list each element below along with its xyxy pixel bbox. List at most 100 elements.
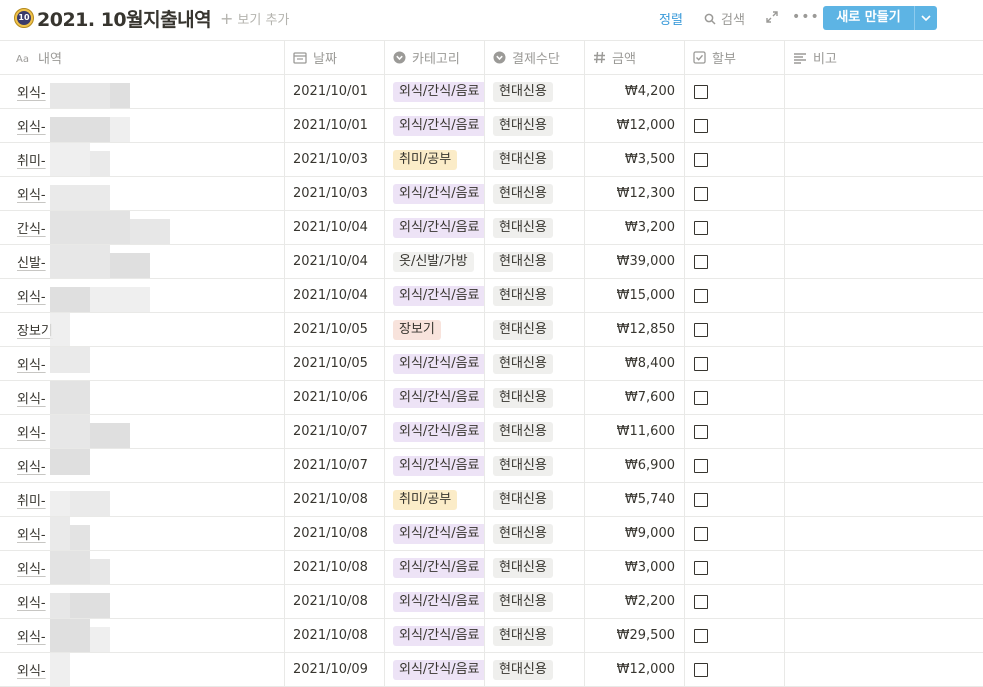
cell-amount[interactable]: ₩2,200 xyxy=(585,585,685,618)
cell-installment[interactable] xyxy=(685,211,785,244)
cell-amount[interactable]: ₩12,850 xyxy=(585,313,685,346)
cell-amount[interactable]: ₩12,000 xyxy=(585,653,685,686)
cell-amount[interactable]: ₩4,200 xyxy=(585,75,685,108)
cell-installment[interactable] xyxy=(685,245,785,278)
cell-date[interactable]: 2021/10/01 xyxy=(285,75,385,108)
cell-installment[interactable] xyxy=(685,449,785,482)
table-row[interactable]: 외식- 2021/10/01 외식/간식/음료 현대신용 ₩4,200 xyxy=(0,75,983,109)
table-row[interactable]: 장보기 2021/10/05 장보기 현대신용 ₩12,850 xyxy=(0,313,983,347)
installment-checkbox[interactable] xyxy=(694,594,708,609)
cell-name[interactable]: 외식- xyxy=(10,415,285,448)
cell-name[interactable]: 신발- xyxy=(10,245,285,278)
table-row[interactable]: 신발- 2021/10/04 옷/신발/가방 현대신용 ₩39,000 xyxy=(0,245,983,279)
table-row[interactable]: 외식- 2021/10/05 외식/간식/음료 현대신용 ₩8,400 xyxy=(0,347,983,381)
cell-name[interactable]: 외식- xyxy=(10,585,285,618)
installment-checkbox[interactable] xyxy=(694,254,708,269)
cell-installment[interactable] xyxy=(685,279,785,312)
installment-checkbox[interactable] xyxy=(694,390,708,405)
installment-checkbox[interactable] xyxy=(694,152,708,167)
cell-payment[interactable]: 현대신용 xyxy=(485,143,585,176)
table-row[interactable]: 간식- 2021/10/04 외식/간식/음료 현대신용 ₩3,200 xyxy=(0,211,983,245)
table-row[interactable]: 외식- 2021/10/06 외식/간식/음료 현대신용 ₩7,600 xyxy=(0,381,983,415)
installment-checkbox[interactable] xyxy=(694,118,708,133)
installment-checkbox[interactable] xyxy=(694,424,708,439)
cell-notes[interactable] xyxy=(785,483,983,516)
cell-category[interactable]: 외식/간식/음료 xyxy=(385,177,485,210)
table-row[interactable]: 취미- 2021/10/08 취미/공부 현대신용 ₩5,740 xyxy=(0,483,983,517)
cell-name[interactable]: 간식- xyxy=(10,211,285,244)
chevron-down-icon[interactable] xyxy=(915,6,937,30)
cell-name[interactable]: 외식- xyxy=(10,347,285,380)
cell-payment[interactable]: 현대신용 xyxy=(485,517,585,550)
cell-date[interactable]: 2021/10/07 xyxy=(285,449,385,482)
cell-installment[interactable] xyxy=(685,483,785,516)
cell-notes[interactable] xyxy=(785,109,983,142)
cell-date[interactable]: 2021/10/01 xyxy=(285,109,385,142)
cell-amount[interactable]: ₩3,500 xyxy=(585,143,685,176)
cell-notes[interactable] xyxy=(785,653,983,686)
new-button[interactable]: 새로 만들기 xyxy=(823,6,937,30)
column-header-installment[interactable]: 할부 xyxy=(685,41,785,74)
cell-notes[interactable] xyxy=(785,143,983,176)
installment-checkbox[interactable] xyxy=(694,84,708,99)
column-header-notes[interactable]: 비고 xyxy=(785,41,983,74)
cell-category[interactable]: 외식/간식/음료 xyxy=(385,381,485,414)
cell-amount[interactable]: ₩8,400 xyxy=(585,347,685,380)
cell-payment[interactable]: 현대신용 xyxy=(485,415,585,448)
cell-name[interactable]: 외식- xyxy=(10,177,285,210)
installment-checkbox[interactable] xyxy=(694,662,708,677)
cell-date[interactable]: 2021/10/08 xyxy=(285,585,385,618)
cell-payment[interactable]: 현대신용 xyxy=(485,245,585,278)
cell-date[interactable]: 2021/10/08 xyxy=(285,483,385,516)
cell-name[interactable]: 취미- xyxy=(10,143,285,176)
cell-payment[interactable]: 현대신용 xyxy=(485,279,585,312)
cell-notes[interactable] xyxy=(785,211,983,244)
installment-checkbox[interactable] xyxy=(694,628,708,643)
table-row[interactable]: 외식- 2021/10/07 외식/간식/음료 현대신용 ₩6,900 xyxy=(0,449,983,483)
cell-name[interactable]: 외식- xyxy=(10,619,285,652)
cell-installment[interactable] xyxy=(685,381,785,414)
cell-installment[interactable] xyxy=(685,551,785,584)
cell-category[interactable]: 외식/간식/음료 xyxy=(385,211,485,244)
cell-installment[interactable] xyxy=(685,143,785,176)
cell-payment[interactable]: 현대신용 xyxy=(485,483,585,516)
column-header-name[interactable]: Aa 내역 xyxy=(10,41,285,74)
cell-date[interactable]: 2021/10/08 xyxy=(285,551,385,584)
cell-name[interactable]: 외식- xyxy=(10,449,285,482)
cell-category[interactable]: 외식/간식/음료 xyxy=(385,653,485,686)
table-row[interactable]: 외식- 2021/10/08 외식/간식/음료 현대신용 ₩29,500 xyxy=(0,619,983,653)
cell-payment[interactable]: 현대신용 xyxy=(485,653,585,686)
cell-date[interactable]: 2021/10/08 xyxy=(285,619,385,652)
cell-amount[interactable]: ₩3,000 xyxy=(585,551,685,584)
cell-payment[interactable]: 현대신용 xyxy=(485,449,585,482)
installment-checkbox[interactable] xyxy=(694,186,708,201)
cell-notes[interactable] xyxy=(785,585,983,618)
cell-date[interactable]: 2021/10/04 xyxy=(285,245,385,278)
table-row[interactable]: 취미- 2021/10/03 취미/공부 현대신용 ₩3,500 xyxy=(0,143,983,177)
cell-installment[interactable] xyxy=(685,177,785,210)
cell-payment[interactable]: 현대신용 xyxy=(485,75,585,108)
cell-amount[interactable]: ₩6,900 xyxy=(585,449,685,482)
installment-checkbox[interactable] xyxy=(694,526,708,541)
sort-button[interactable]: 정렬 xyxy=(659,9,683,28)
cell-date[interactable]: 2021/10/04 xyxy=(285,211,385,244)
column-header-payment[interactable]: 결제수단 xyxy=(485,41,585,74)
cell-name[interactable]: 장보기 xyxy=(10,313,285,346)
table-row[interactable]: 외식- 2021/10/08 외식/간식/음료 현대신용 ₩9,000 xyxy=(0,517,983,551)
cell-installment[interactable] xyxy=(685,415,785,448)
cell-payment[interactable]: 현대신용 xyxy=(485,585,585,618)
installment-checkbox[interactable] xyxy=(694,356,708,371)
cell-category[interactable]: 외식/간식/음료 xyxy=(385,109,485,142)
cell-name[interactable]: 외식- xyxy=(10,517,285,550)
cell-category[interactable]: 외식/간식/음료 xyxy=(385,75,485,108)
cell-amount[interactable]: ₩39,000 xyxy=(585,245,685,278)
cell-name[interactable]: 외식- xyxy=(10,381,285,414)
table-row[interactable]: 외식- 2021/10/09 외식/간식/음료 현대신용 ₩12,000 xyxy=(0,653,983,687)
cell-amount[interactable]: ₩7,600 xyxy=(585,381,685,414)
cell-payment[interactable]: 현대신용 xyxy=(485,619,585,652)
cell-date[interactable]: 2021/10/03 xyxy=(285,143,385,176)
installment-checkbox[interactable] xyxy=(694,220,708,235)
add-view-button[interactable]: + 보기 추가 xyxy=(220,9,289,28)
installment-checkbox[interactable] xyxy=(694,458,708,473)
cell-category[interactable]: 외식/간식/음료 xyxy=(385,415,485,448)
